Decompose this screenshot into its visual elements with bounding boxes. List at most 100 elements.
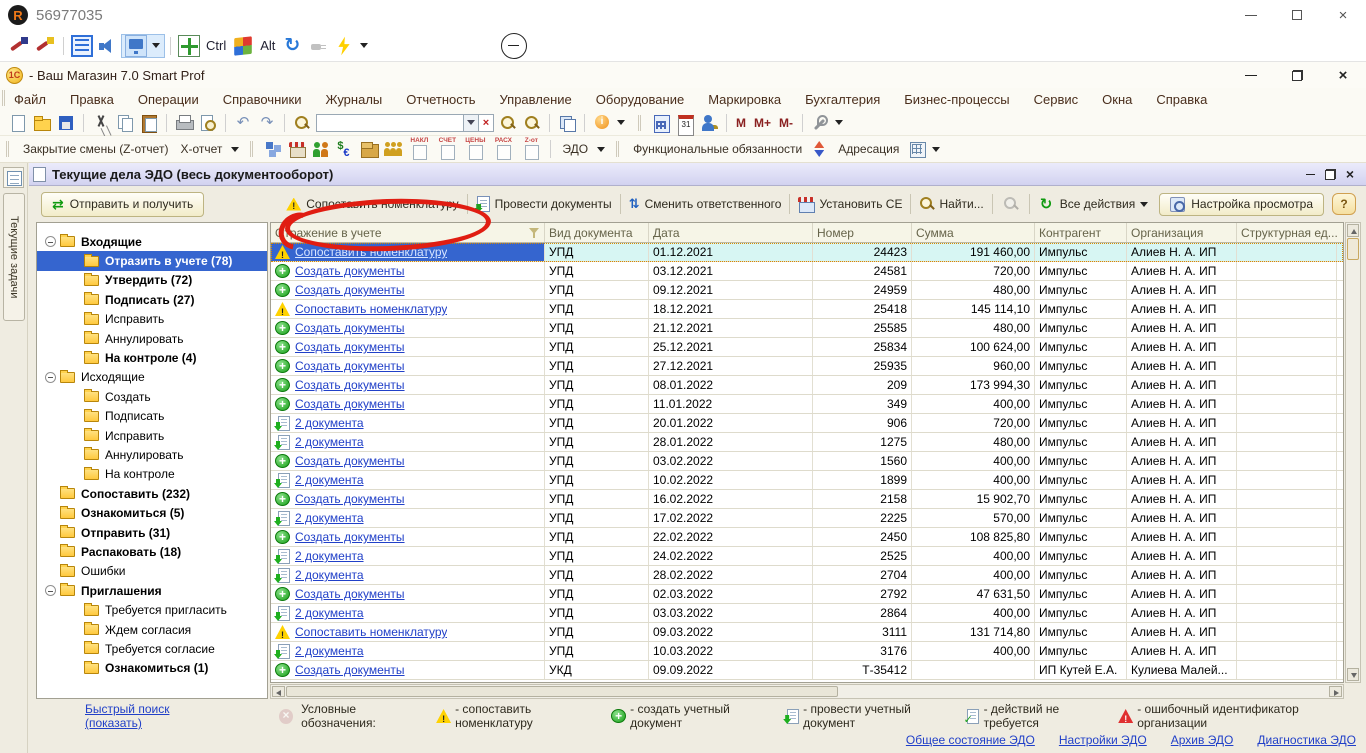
undo-icon[interactable]: ↶ [233, 113, 253, 133]
table-row[interactable]: 2 документа УПД 28.02.2022 2704 400,00 И… [271, 566, 1343, 585]
horizontal-scroll-thumb[interactable] [286, 686, 838, 697]
table-row[interactable]: 2 документа УПД 17.02.2022 2225 570,00 И… [271, 509, 1343, 528]
windows-icon[interactable] [557, 113, 577, 133]
addressing-button[interactable]: Адресация [838, 142, 899, 156]
window-minimize-button[interactable] [1300, 166, 1320, 182]
vertical-scroll-thumb[interactable] [1347, 238, 1359, 260]
tasks-panel-icon[interactable] [3, 167, 24, 188]
connection-settings-icon[interactable] [8, 35, 30, 57]
app-close-button[interactable]: × [1320, 64, 1366, 86]
goods-icon[interactable] [359, 139, 379, 159]
close-shift-button[interactable]: Закрытие смены (Z-отчет) [23, 142, 168, 156]
row-action-link[interactable]: Создать документы [295, 321, 405, 335]
horizontal-scrollbar[interactable] [270, 684, 1344, 699]
functional-duties-button[interactable]: Функциональные обязанности [633, 142, 802, 156]
blocks-icon[interactable] [263, 139, 283, 159]
shortcut-icon[interactable] [335, 36, 354, 55]
edo-link[interactable]: Диагностика ЭДО [1257, 733, 1356, 747]
x-report-button[interactable]: Х-отчет [180, 142, 222, 156]
edo-link[interactable]: Общее состояние ЭДО [906, 733, 1035, 747]
user-lock-icon[interactable] [699, 113, 719, 133]
tree-item[interactable]: На контроле (4) [37, 348, 267, 367]
tree-item[interactable]: Исходящие [37, 368, 267, 387]
edo-dropdown-icon[interactable] [597, 147, 605, 152]
copy-icon[interactable] [115, 113, 135, 133]
search-input[interactable] [316, 114, 464, 132]
menu-item[interactable]: Операции [138, 92, 199, 107]
scroll-right-button[interactable] [1329, 686, 1342, 697]
column-header-reflection[interactable]: Отражение в учете [271, 223, 545, 242]
row-action-link[interactable]: Создать документы [295, 492, 405, 506]
column-header-contractor[interactable]: Контрагент [1035, 223, 1127, 242]
tree-item[interactable]: Ошибки [37, 562, 267, 581]
menu-item[interactable]: Сервис [1034, 92, 1079, 107]
menu-item[interactable]: Маркировка [708, 92, 781, 107]
row-action-link[interactable]: Создать документы [295, 378, 405, 392]
session-list-icon[interactable] [71, 35, 93, 57]
row-action-link[interactable]: Создать документы [295, 340, 405, 354]
tree-item[interactable]: Аннулировать [37, 445, 267, 464]
column-header-structural-unit[interactable]: Структурная ед... [1237, 223, 1337, 242]
edo-link[interactable]: Настройки ЭДО [1059, 733, 1147, 747]
save-icon[interactable] [56, 113, 76, 133]
scan-settings-icon[interactable] [34, 35, 56, 57]
row-action-link[interactable]: 2 документа [295, 549, 364, 563]
tree-item[interactable]: Исправить [37, 426, 267, 445]
menu-item[interactable]: Отчетность [406, 92, 475, 107]
change-responsible-button[interactable]: ⇅ Сменить ответственного [629, 196, 782, 212]
table-row[interactable]: Создать документы УПД 02.03.2022 2792 47… [271, 585, 1343, 604]
table-row[interactable]: Создать документы УПД 27.12.2021 25935 9… [271, 357, 1343, 376]
scroll-up-button[interactable] [1347, 224, 1359, 237]
info-dropdown-icon[interactable] [617, 120, 625, 125]
find-button[interactable]: Найти... [919, 196, 983, 212]
row-action-link[interactable]: Сопоставить номенклатуру [295, 625, 447, 639]
calculator-icon[interactable] [651, 113, 671, 133]
column-header-doc-type[interactable]: Вид документа [545, 223, 649, 242]
window-restore-button[interactable] [1320, 166, 1340, 182]
view-settings-button[interactable]: Настройка просмотра [1159, 193, 1324, 216]
new-document-icon[interactable] [8, 113, 28, 133]
tree-item[interactable]: Ознакомиться (5) [37, 503, 267, 522]
tree-item[interactable]: Приглашения [37, 581, 267, 600]
tree-item[interactable]: Аннулировать [37, 329, 267, 348]
memory-button[interactable]: М [736, 116, 746, 130]
menu-item[interactable]: Журналы [325, 92, 382, 107]
memory-button[interactable]: М- [779, 116, 793, 130]
tree-item[interactable]: Ждем согласия [37, 620, 267, 639]
store-icon[interactable] [287, 139, 307, 159]
find-prev-icon[interactable] [522, 113, 542, 133]
tree-item[interactable]: Утвердить (72) [37, 271, 267, 290]
quick-search-link[interactable]: Быстрый поиск (показать) [85, 702, 221, 730]
remote-minimize-button[interactable] [1228, 1, 1274, 29]
expander-icon[interactable] [45, 236, 56, 247]
tree-item[interactable]: Исправить [37, 310, 267, 329]
remote-maximize-button[interactable] [1274, 1, 1320, 29]
row-action-link[interactable]: 2 документа [295, 416, 364, 430]
menu-item[interactable]: Бухгалтерия [805, 92, 880, 107]
refresh-list-icon[interactable]: ↻ [1040, 195, 1053, 213]
tree-item[interactable]: Требуется пригласить [37, 600, 267, 619]
row-action-link[interactable]: Создать документы [295, 663, 405, 677]
table-row[interactable]: Создать документы УПД 03.02.2022 1560 40… [271, 452, 1343, 471]
windows-key-icon[interactable] [234, 36, 252, 55]
app-restore-button[interactable] [1274, 64, 1320, 86]
table-row[interactable]: 2 документа УПД 28.01.2022 1275 480,00 И… [271, 433, 1343, 452]
service-dropdown-icon[interactable] [835, 120, 843, 125]
table-row[interactable]: Создать документы УПД 08.01.2022 209 173… [271, 376, 1343, 395]
currency-icon[interactable] [335, 139, 355, 159]
remote-close-button[interactable]: × [1320, 1, 1366, 29]
menu-item[interactable]: Оборудование [596, 92, 684, 107]
menu-item[interactable]: Файл [14, 92, 46, 107]
row-action-link[interactable]: Создать документы [295, 283, 405, 297]
column-header-date[interactable]: Дата [649, 223, 813, 242]
table-row[interactable]: Создать документы УПД 22.02.2022 2450 10… [271, 528, 1343, 547]
calendar-icon[interactable] [675, 113, 695, 133]
scroll-down-button[interactable] [1347, 668, 1359, 681]
redo-icon[interactable]: ↷ [257, 113, 277, 133]
sound-icon[interactable] [97, 35, 119, 57]
row-action-link[interactable]: Создать документы [295, 264, 405, 278]
current-tasks-tab[interactable]: Текущие задачи [3, 193, 25, 321]
table-row[interactable]: Сопоставить номенклатуру УПД 18.12.2021 … [271, 300, 1343, 319]
tree-item[interactable]: Входящие [37, 232, 267, 251]
table-row[interactable]: 2 документа УПД 03.03.2022 2864 400,00 И… [271, 604, 1343, 623]
